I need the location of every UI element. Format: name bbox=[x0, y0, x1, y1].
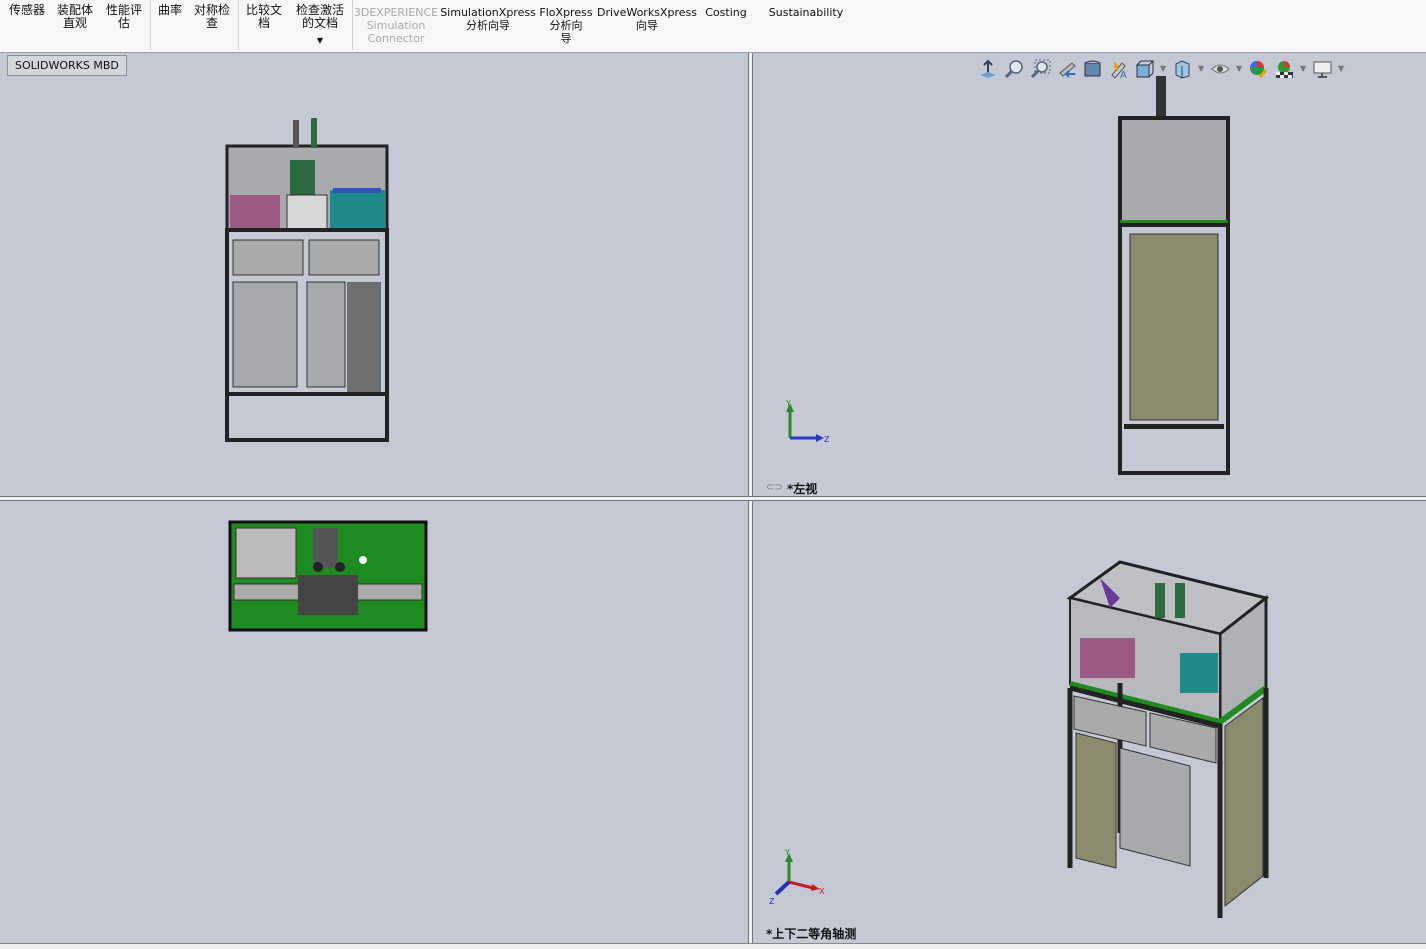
previous-view-icon[interactable] bbox=[1056, 59, 1077, 79]
view-orientation-icon[interactable] bbox=[978, 59, 999, 79]
ribbon-toolbar: 传感器 装配体 直观 性能评 估 曲率 对称检 查比较文 档检查激活 的文档 3DEXPE… bbox=[0, 0, 1426, 53]
model-left-view[interactable] bbox=[1110, 72, 1240, 477]
edit-appearance-icon[interactable] bbox=[1248, 59, 1269, 79]
svg-text:Z: Z bbox=[769, 897, 775, 906]
triad-left-view: Y Z bbox=[785, 399, 830, 444]
ribbon-button-12[interactable]: Sustainability bbox=[769, 6, 843, 19]
model-top-view[interactable] bbox=[228, 520, 428, 632]
viewport-splitter-horizontal[interactable] bbox=[0, 496, 1426, 501]
left-view-label: *左视 bbox=[787, 482, 818, 496]
ribbon-button-10[interactable]: DriveWorksXpress 向导 bbox=[597, 6, 697, 32]
zoom-to-fit-icon[interactable] bbox=[1004, 59, 1025, 79]
ribbon-button-4[interactable]: 对称检 查 bbox=[194, 4, 230, 30]
chain-link-icon: ⊂⊃ bbox=[766, 482, 783, 493]
apply-scene-icon[interactable] bbox=[1274, 59, 1295, 79]
svg-text:Z: Z bbox=[824, 435, 830, 444]
chevron-down-icon[interactable]: ▼ bbox=[1300, 59, 1307, 79]
zoom-to-area-icon[interactable] bbox=[1030, 59, 1051, 79]
status-edge bbox=[0, 943, 1426, 949]
svg-text:Y: Y bbox=[785, 399, 791, 408]
ribbon-button-3[interactable]: 曲率 bbox=[158, 4, 182, 17]
ribbon-button-1[interactable]: 装配体 直观 bbox=[57, 4, 93, 30]
isometric-view-label: *上下二等角轴测 bbox=[766, 927, 857, 941]
ribbon-button-11[interactable]: Costing bbox=[705, 6, 746, 19]
ribbon-button-5[interactable]: 比较文 档 bbox=[246, 4, 282, 30]
chevron-down-icon[interactable]: ▼ bbox=[1338, 59, 1345, 79]
svg-text:Y: Y bbox=[784, 848, 790, 857]
ribbon-button-6[interactable]: 检查激活 的文档 bbox=[296, 4, 344, 30]
model-isometric-view[interactable] bbox=[1060, 558, 1272, 923]
ribbon-separator bbox=[150, 0, 151, 50]
svg-text:X: X bbox=[819, 887, 825, 896]
tab-solidworks-mbd[interactable]: SOLIDWORKS MBD bbox=[7, 55, 127, 76]
chevron-down-icon[interactable]: ▼ bbox=[317, 34, 323, 47]
section-view-icon[interactable] bbox=[1082, 59, 1103, 79]
view-settings-icon[interactable] bbox=[1312, 59, 1333, 79]
ribbon-button-0[interactable]: 传感器 bbox=[9, 4, 45, 17]
ribbon-separator bbox=[238, 0, 239, 50]
triad-iso-view: Y X Z bbox=[769, 848, 825, 906]
ribbon-button-8[interactable]: SimulationXpress 分析向导 bbox=[440, 6, 536, 32]
model-front-view[interactable] bbox=[215, 110, 395, 445]
ribbon-button-7[interactable]: 3DEXPERIENCE Simulation Connector bbox=[354, 6, 438, 45]
ribbon-separator bbox=[352, 0, 353, 50]
ribbon-button-9[interactable]: FloXpress 分析向 导 bbox=[539, 6, 592, 45]
ribbon-button-2[interactable]: 性能评 估 bbox=[106, 4, 142, 30]
